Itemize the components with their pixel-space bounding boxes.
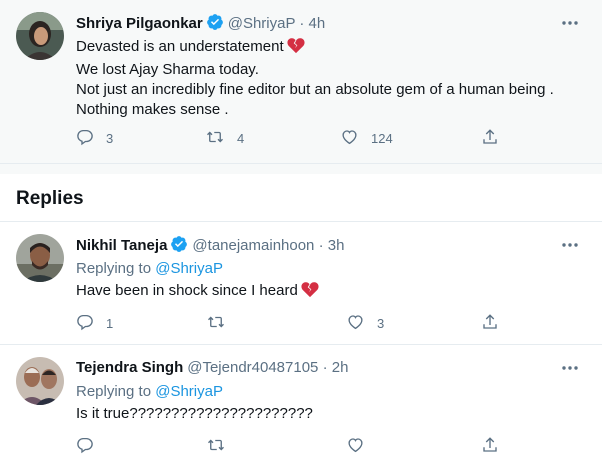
- tweet-time[interactable]: 4h: [309, 15, 326, 32]
- retweet-icon: [206, 313, 226, 334]
- avatar[interactable]: [16, 234, 64, 282]
- avatar[interactable]: [16, 12, 64, 60]
- broken-heart-icon: [301, 281, 319, 304]
- share-button[interactable]: [481, 128, 499, 148]
- share-icon: [481, 128, 499, 149]
- tweet-line: Nothing makes sense .: [76, 101, 229, 118]
- reply-count: 3: [106, 130, 114, 146]
- more-options-icon[interactable]: [558, 358, 582, 378]
- tweet-time[interactable]: 3h: [328, 237, 345, 254]
- author-handle[interactable]: @tanejamainhoon: [192, 237, 314, 254]
- tweet-text: Have been in shock since I heard: [76, 281, 319, 304]
- reply-count: 1: [106, 315, 114, 331]
- tweet-line: We lost Ajay Sharma today.: [76, 61, 259, 78]
- reply-icon: [76, 436, 94, 457]
- tweet-time[interactable]: 2h: [332, 359, 349, 376]
- retweet-button[interactable]: [206, 313, 238, 333]
- heart-icon: [346, 313, 365, 334]
- tweet-text: Devasted is an understatement We lost Aj…: [76, 37, 554, 120]
- tweet-actions: 1 3: [76, 313, 506, 333]
- mention-link[interactable]: @ShriyaP: [155, 260, 223, 277]
- author-name[interactable]: Tejendra Singh: [76, 359, 183, 376]
- reply-button[interactable]: 3: [76, 128, 113, 148]
- retweet-icon: [205, 128, 225, 149]
- replying-to-label: Replying to: [76, 260, 152, 277]
- broken-heart-icon: [287, 37, 305, 60]
- main-tweet: Shriya Pilgaonkar @ShriyaP · 4h Devasted …: [0, 0, 602, 164]
- retweet-count: 4: [237, 130, 245, 146]
- author-handle[interactable]: @Tejendr40487105: [187, 359, 318, 376]
- verified-badge-icon: [206, 13, 224, 37]
- share-button[interactable]: [481, 436, 499, 456]
- replying-to: Replying to @ShriyaP: [76, 382, 223, 402]
- tweet-actions: 3 4 124: [76, 128, 506, 148]
- share-button[interactable]: [481, 313, 499, 333]
- like-count: 124: [371, 130, 393, 146]
- tweet-line: Devasted is an understatement: [76, 37, 554, 60]
- share-icon: [481, 313, 499, 334]
- like-button[interactable]: [346, 436, 377, 456]
- verified-badge-icon: [170, 235, 188, 259]
- author-name[interactable]: Nikhil Taneja: [76, 237, 167, 254]
- reply-icon: [76, 128, 94, 149]
- heart-icon: [340, 128, 359, 149]
- replying-to-label: Replying to: [76, 383, 152, 400]
- replies-title: Replies: [16, 188, 84, 209]
- more-options-icon[interactable]: [558, 13, 582, 33]
- reply-icon: [76, 313, 94, 334]
- reply-button[interactable]: 1: [76, 313, 113, 333]
- tweet-header: Shriya Pilgaonkar @ShriyaP · 4h: [76, 13, 325, 37]
- share-icon: [481, 436, 499, 457]
- more-options-icon[interactable]: [558, 235, 582, 255]
- tweet-header: Tejendra Singh @Tejendr40487105 · 2h: [76, 358, 348, 378]
- section-gap: [0, 164, 602, 174]
- tweet-header: Nikhil Taneja @tanejamainhoon · 3h: [76, 235, 344, 259]
- separator-dot: ·: [318, 237, 324, 254]
- like-count: 3: [377, 315, 385, 331]
- separator-dot: ·: [322, 359, 328, 376]
- replying-to: Replying to @ShriyaP: [76, 259, 223, 279]
- mention-link[interactable]: @ShriyaP: [155, 383, 223, 400]
- replies-header: Replies: [0, 174, 602, 222]
- author-handle[interactable]: @ShriyaP: [228, 15, 295, 32]
- tweet-text: Is it true??????????????????????: [76, 405, 313, 422]
- like-button[interactable]: 124: [340, 128, 393, 148]
- retweet-button[interactable]: [206, 436, 238, 456]
- retweet-icon: [206, 436, 226, 457]
- tweet-actions: [76, 436, 506, 456]
- tweet-line: Not just an incredibly fine editor but a…: [76, 81, 554, 98]
- reply-tweet: Nikhil Taneja @tanejamainhoon · 3h Replyi…: [0, 222, 602, 345]
- avatar[interactable]: [16, 357, 64, 405]
- reply-tweet: Tejendra Singh @Tejendr40487105 · 2h Repl…: [0, 345, 602, 473]
- heart-icon: [346, 436, 365, 457]
- separator-dot: ·: [299, 15, 305, 32]
- reply-button[interactable]: [76, 436, 106, 456]
- like-button[interactable]: 3: [346, 313, 384, 333]
- author-name[interactable]: Shriya Pilgaonkar: [76, 15, 203, 32]
- retweet-button[interactable]: 4: [205, 128, 244, 148]
